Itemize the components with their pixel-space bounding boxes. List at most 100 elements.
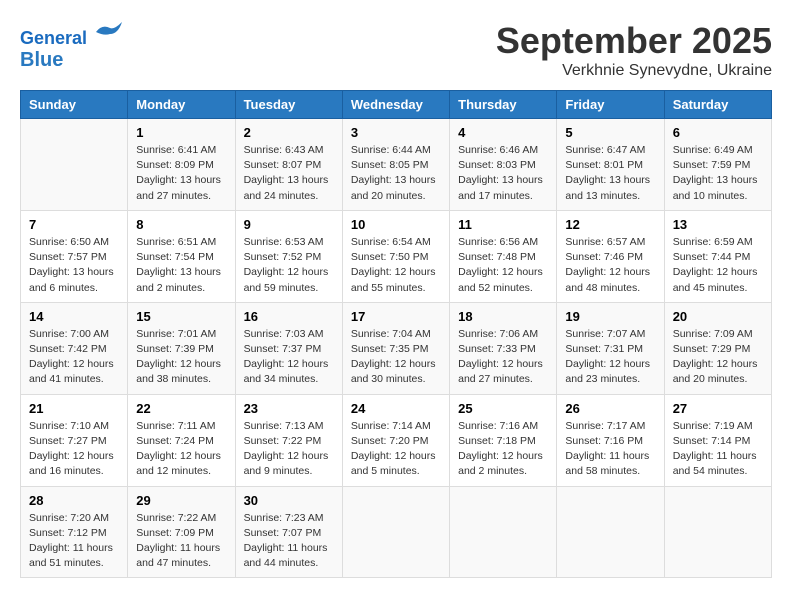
day-number: 8 <box>136 217 226 232</box>
calendar-cell: 11 Sunrise: 6:56 AMSunset: 7:48 PMDayligh… <box>450 210 557 302</box>
day-number: 14 <box>29 309 119 324</box>
calendar-cell: 8 Sunrise: 6:51 AMSunset: 7:54 PMDaylight… <box>128 210 235 302</box>
day-number: 12 <box>565 217 655 232</box>
col-header-wednesday: Wednesday <box>342 91 449 119</box>
day-info: Sunrise: 7:14 AMSunset: 7:20 PMDaylight:… <box>351 419 441 480</box>
day-number: 9 <box>244 217 334 232</box>
day-number: 6 <box>673 125 763 140</box>
logo-bird-icon <box>94 20 124 44</box>
calendar-cell: 16 Sunrise: 7:03 AMSunset: 7:37 PMDayligh… <box>235 302 342 394</box>
day-info: Sunrise: 7:13 AMSunset: 7:22 PMDaylight:… <box>244 419 334 480</box>
day-number: 24 <box>351 401 441 416</box>
day-number: 13 <box>673 217 763 232</box>
week-row-4: 21 Sunrise: 7:10 AMSunset: 7:27 PMDayligh… <box>21 394 772 486</box>
day-number: 15 <box>136 309 226 324</box>
day-number: 1 <box>136 125 226 140</box>
calendar-cell: 27 Sunrise: 7:19 AMSunset: 7:14 PMDayligh… <box>664 394 771 486</box>
month-title: September 2025 <box>496 20 772 62</box>
day-info: Sunrise: 7:01 AMSunset: 7:39 PMDaylight:… <box>136 327 226 388</box>
week-row-5: 28Sunrise: 7:20 AMSunset: 7:12 PMDayligh… <box>21 486 772 578</box>
calendar-cell: 28Sunrise: 7:20 AMSunset: 7:12 PMDayligh… <box>21 486 128 578</box>
calendar-cell: 5Sunrise: 6:47 AMSunset: 8:01 PMDaylight… <box>557 119 664 211</box>
week-row-2: 7 Sunrise: 6:50 AMSunset: 7:57 PMDaylight… <box>21 210 772 302</box>
day-info: Sunrise: 7:10 AMSunset: 7:27 PMDaylight:… <box>29 419 119 480</box>
col-header-tuesday: Tuesday <box>235 91 342 119</box>
week-row-1: 1 Sunrise: 6:41 AMSunset: 8:09 PMDaylight… <box>21 119 772 211</box>
day-number: 26 <box>565 401 655 416</box>
day-info: Sunrise: 7:20 AMSunset: 7:12 PMDaylight:… <box>29 511 119 572</box>
calendar-cell: 4 Sunrise: 6:46 AMSunset: 8:03 PMDaylight… <box>450 119 557 211</box>
logo: General Blue <box>20 20 124 71</box>
col-header-sunday: Sunday <box>21 91 128 119</box>
calendar-cell: 3Sunrise: 6:44 AMSunset: 8:05 PMDaylight… <box>342 119 449 211</box>
location-subtitle: Verkhnie Synevydne, Ukraine <box>496 62 772 80</box>
calendar-cell: 18 Sunrise: 7:06 AMSunset: 7:33 PMDayligh… <box>450 302 557 394</box>
day-number: 30 <box>244 493 334 508</box>
calendar-cell: 24 Sunrise: 7:14 AMSunset: 7:20 PMDayligh… <box>342 394 449 486</box>
day-info: Sunrise: 6:41 AMSunset: 8:09 PMDaylight:… <box>136 143 226 204</box>
col-header-thursday: Thursday <box>450 91 557 119</box>
day-number: 2 <box>244 125 334 140</box>
calendar-cell: 26 Sunrise: 7:17 AMSunset: 7:16 PMDayligh… <box>557 394 664 486</box>
day-info: Sunrise: 7:23 AMSunset: 7:07 PMDaylight:… <box>244 511 334 572</box>
logo-blue: Blue <box>20 49 124 71</box>
calendar-cell <box>557 486 664 578</box>
calendar-cell: 20 Sunrise: 7:09 AMSunset: 7:29 PMDayligh… <box>664 302 771 394</box>
calendar-cell: 12 Sunrise: 6:57 AMSunset: 7:46 PMDayligh… <box>557 210 664 302</box>
calendar-cell: 29 Sunrise: 7:22 AMSunset: 7:09 PMDayligh… <box>128 486 235 578</box>
day-info: Sunrise: 7:17 AMSunset: 7:16 PMDaylight:… <box>565 419 655 480</box>
calendar-cell <box>664 486 771 578</box>
day-number: 17 <box>351 309 441 324</box>
day-info: Sunrise: 7:16 AMSunset: 7:18 PMDaylight:… <box>458 419 548 480</box>
day-info: Sunrise: 6:51 AMSunset: 7:54 PMDaylight:… <box>136 235 226 296</box>
day-number: 19 <box>565 309 655 324</box>
calendar-cell: 25 Sunrise: 7:16 AMSunset: 7:18 PMDayligh… <box>450 394 557 486</box>
day-info: Sunrise: 7:03 AMSunset: 7:37 PMDaylight:… <box>244 327 334 388</box>
day-info: Sunrise: 6:49 AMSunset: 7:59 PMDaylight:… <box>673 143 763 204</box>
day-info: Sunrise: 6:47 AMSunset: 8:01 PMDaylight:… <box>565 143 655 204</box>
day-info: Sunrise: 7:04 AMSunset: 7:35 PMDaylight:… <box>351 327 441 388</box>
calendar-cell: 9 Sunrise: 6:53 AMSunset: 7:52 PMDaylight… <box>235 210 342 302</box>
calendar-cell: 1 Sunrise: 6:41 AMSunset: 8:09 PMDaylight… <box>128 119 235 211</box>
title-block: September 2025 Verkhnie Synevydne, Ukrai… <box>496 20 772 80</box>
day-number: 4 <box>458 125 548 140</box>
day-info: Sunrise: 6:46 AMSunset: 8:03 PMDaylight:… <box>458 143 548 204</box>
col-header-friday: Friday <box>557 91 664 119</box>
day-number: 7 <box>29 217 119 232</box>
week-row-3: 14 Sunrise: 7:00 AMSunset: 7:42 PMDayligh… <box>21 302 772 394</box>
calendar-cell: 23Sunrise: 7:13 AMSunset: 7:22 PMDayligh… <box>235 394 342 486</box>
day-info: Sunrise: 7:00 AMSunset: 7:42 PMDaylight:… <box>29 327 119 388</box>
day-number: 18 <box>458 309 548 324</box>
calendar-cell: 15 Sunrise: 7:01 AMSunset: 7:39 PMDayligh… <box>128 302 235 394</box>
calendar-cell: 6 Sunrise: 6:49 AMSunset: 7:59 PMDaylight… <box>664 119 771 211</box>
day-info: Sunrise: 7:11 AMSunset: 7:24 PMDaylight:… <box>136 419 226 480</box>
day-info: Sunrise: 7:22 AMSunset: 7:09 PMDaylight:… <box>136 511 226 572</box>
day-info: Sunrise: 7:09 AMSunset: 7:29 PMDaylight:… <box>673 327 763 388</box>
day-info: Sunrise: 7:06 AMSunset: 7:33 PMDaylight:… <box>458 327 548 388</box>
day-number: 25 <box>458 401 548 416</box>
calendar-cell: 13 Sunrise: 6:59 AMSunset: 7:44 PMDayligh… <box>664 210 771 302</box>
day-number: 3 <box>351 125 441 140</box>
day-info: Sunrise: 7:19 AMSunset: 7:14 PMDaylight:… <box>673 419 763 480</box>
calendar-table: SundayMondayTuesdayWednesdayThursdayFrid… <box>20 90 772 578</box>
day-info: Sunrise: 6:56 AMSunset: 7:48 PMDaylight:… <box>458 235 548 296</box>
calendar-cell: 14 Sunrise: 7:00 AMSunset: 7:42 PMDayligh… <box>21 302 128 394</box>
day-number: 20 <box>673 309 763 324</box>
day-number: 27 <box>673 401 763 416</box>
col-header-monday: Monday <box>128 91 235 119</box>
day-number: 11 <box>458 217 548 232</box>
calendar-cell <box>450 486 557 578</box>
logo-general: General <box>20 28 87 48</box>
day-number: 21 <box>29 401 119 416</box>
day-number: 16 <box>244 309 334 324</box>
day-info: Sunrise: 6:57 AMSunset: 7:46 PMDaylight:… <box>565 235 655 296</box>
day-info: Sunrise: 6:53 AMSunset: 7:52 PMDaylight:… <box>244 235 334 296</box>
day-info: Sunrise: 6:43 AMSunset: 8:07 PMDaylight:… <box>244 143 334 204</box>
day-number: 29 <box>136 493 226 508</box>
day-number: 10 <box>351 217 441 232</box>
day-info: Sunrise: 6:50 AMSunset: 7:57 PMDaylight:… <box>29 235 119 296</box>
calendar-cell <box>21 119 128 211</box>
calendar-cell: 2 Sunrise: 6:43 AMSunset: 8:07 PMDaylight… <box>235 119 342 211</box>
day-info: Sunrise: 6:59 AMSunset: 7:44 PMDaylight:… <box>673 235 763 296</box>
calendar-cell: 10Sunrise: 6:54 AMSunset: 7:50 PMDayligh… <box>342 210 449 302</box>
